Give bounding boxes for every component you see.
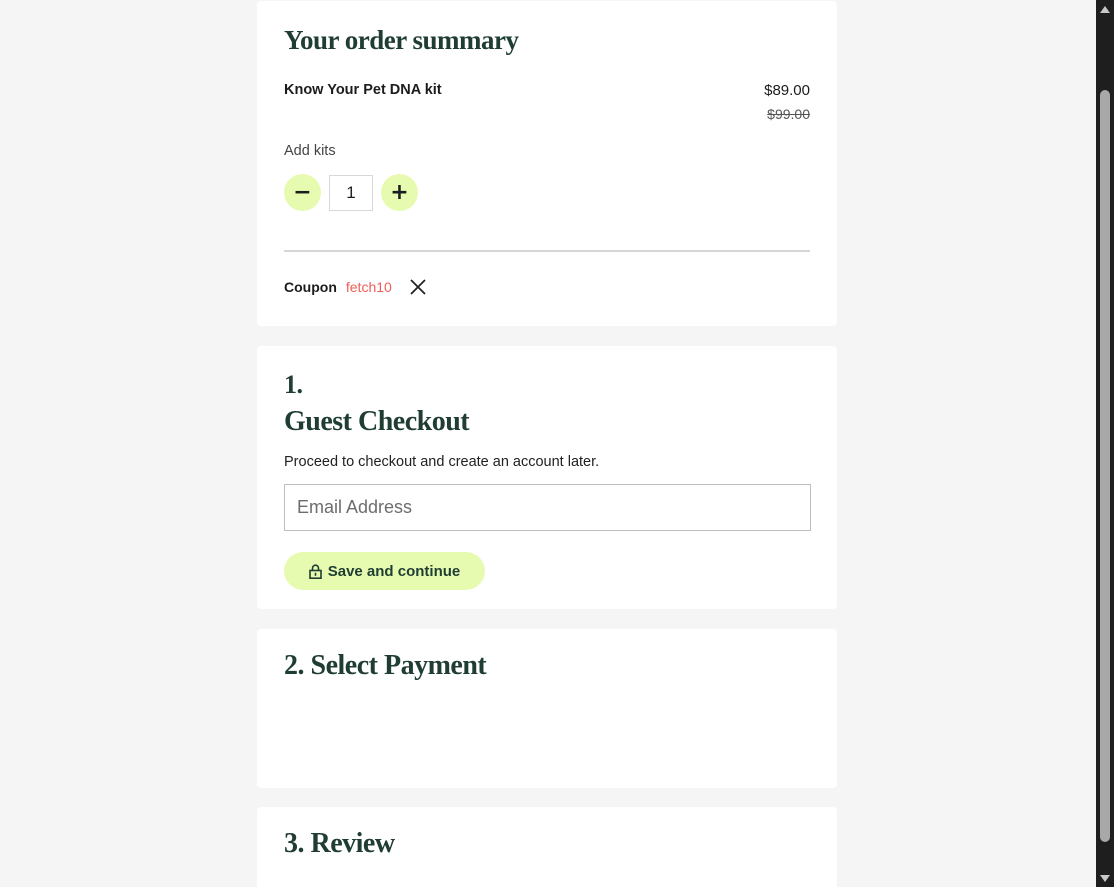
add-kits-label: Add kits xyxy=(284,143,336,159)
lock-icon xyxy=(308,563,322,579)
decrement-button[interactable]: − xyxy=(284,174,321,211)
product-original-price: $99.00 xyxy=(767,106,810,122)
review-title: 3. Review xyxy=(284,828,395,859)
checkout-page: Your order summary Know Your Pet DNA kit… xyxy=(0,0,1114,887)
summary-divider xyxy=(284,250,810,252)
scrollbar-thumb[interactable] xyxy=(1100,90,1110,842)
coupon-row: Coupon fetch10 xyxy=(284,278,427,296)
scroll-down-arrow-icon[interactable] xyxy=(1096,871,1114,885)
guest-checkout-title: Guest Checkout xyxy=(284,406,470,437)
remove-coupon-close-icon[interactable] xyxy=(409,278,427,296)
order-summary-content: Your order summary Know Your Pet DNA kit… xyxy=(257,1,837,326)
product-name: Know Your Pet DNA kit xyxy=(284,82,442,98)
product-price: $89.00 xyxy=(764,82,810,99)
vertical-scrollbar[interactable] xyxy=(1096,0,1114,887)
guest-checkout-description: Proceed to checkout and create an accoun… xyxy=(284,454,600,470)
quantity-stepper: − 1 + xyxy=(284,174,418,211)
quantity-field[interactable]: 1 xyxy=(329,174,373,211)
order-summary-title: Your order summary xyxy=(284,25,519,55)
scroll-up-arrow-icon[interactable] xyxy=(1096,2,1114,16)
guest-checkout-step-number: 1. xyxy=(284,370,303,399)
save-and-continue-button[interactable]: Save and continue xyxy=(284,552,485,590)
coupon-code: fetch10 xyxy=(345,279,392,295)
select-payment-title: 2. Select Payment xyxy=(284,650,487,681)
email-field[interactable] xyxy=(284,484,811,531)
save-button-label: Save and continue xyxy=(327,562,461,580)
increment-button[interactable]: + xyxy=(381,174,418,211)
coupon-label: Coupon xyxy=(284,279,337,295)
